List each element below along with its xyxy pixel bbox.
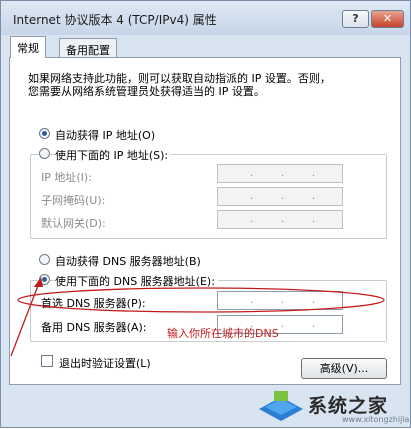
preferred-dns-label: 首选 DNS 服务器(P): — [41, 297, 146, 310]
advanced-button[interactable]: 高级(V)... — [301, 358, 387, 379]
default-gateway-input[interactable]: ... — [217, 210, 343, 229]
manual-dns-label[interactable]: 使用下面的 DNS 服务器地址(E): — [55, 273, 218, 289]
watermark-logo-icon — [259, 391, 303, 421]
watermark-text: 系统之家 — [308, 395, 389, 417]
auto-dns-radio[interactable] — [39, 254, 50, 265]
preferred-dns-input[interactable]: ... — [217, 291, 343, 310]
manual-ip-radio[interactable] — [39, 148, 50, 159]
default-gateway-label: 默认网关(D): — [41, 217, 106, 230]
dialog-window: Internet 协议版本 4 (TCP/IPv4) 属性 ? ✕ 常规 备用配… — [0, 0, 411, 428]
ip-address-label: IP 地址(I): — [41, 171, 92, 184]
validate-checkbox[interactable] — [41, 355, 53, 367]
close-button[interactable]: ✕ — [371, 10, 404, 28]
auto-dns-label[interactable]: 自动获得 DNS 服务器地址(B) — [55, 253, 201, 269]
window-title: Internet 协议版本 4 (TCP/IPv4) 属性 — [13, 13, 217, 27]
ip-address-input[interactable]: ... — [217, 164, 343, 183]
validate-label[interactable]: 退出时验证设置(L) — [59, 355, 151, 371]
annotation-text: 输入你所在城市的DNS — [167, 327, 279, 340]
tab-general[interactable]: 常规 — [10, 36, 46, 58]
auto-ip-radio[interactable] — [39, 128, 50, 139]
intro-text-line2: 您需要从网络系统管理员处获得适当的 IP 设置。 — [28, 85, 265, 98]
subnet-mask-input[interactable]: ... — [217, 187, 343, 206]
manual-dns-radio[interactable] — [39, 274, 50, 285]
general-panel: 如果网络支持此功能，则可以获取自动指派的 IP 设置。否则， 您需要从网络系统管… — [9, 57, 401, 385]
manual-ip-label[interactable]: 使用下面的 IP 地址(S): — [55, 147, 172, 163]
subnet-mask-label: 子网掩码(U): — [41, 194, 106, 207]
alternate-dns-label: 备用 DNS 服务器(A): — [41, 321, 147, 334]
tab-alternate-config[interactable]: 备用配置 — [59, 38, 117, 58]
watermark-url: www.xitongzhijia.net — [342, 415, 411, 424]
help-button[interactable]: ? — [342, 10, 369, 28]
auto-ip-label[interactable]: 自动获得 IP 地址(O) — [55, 127, 155, 143]
title-bar[interactable]: Internet 协议版本 4 (TCP/IPv4) 属性 ? ✕ — [1, 1, 410, 35]
